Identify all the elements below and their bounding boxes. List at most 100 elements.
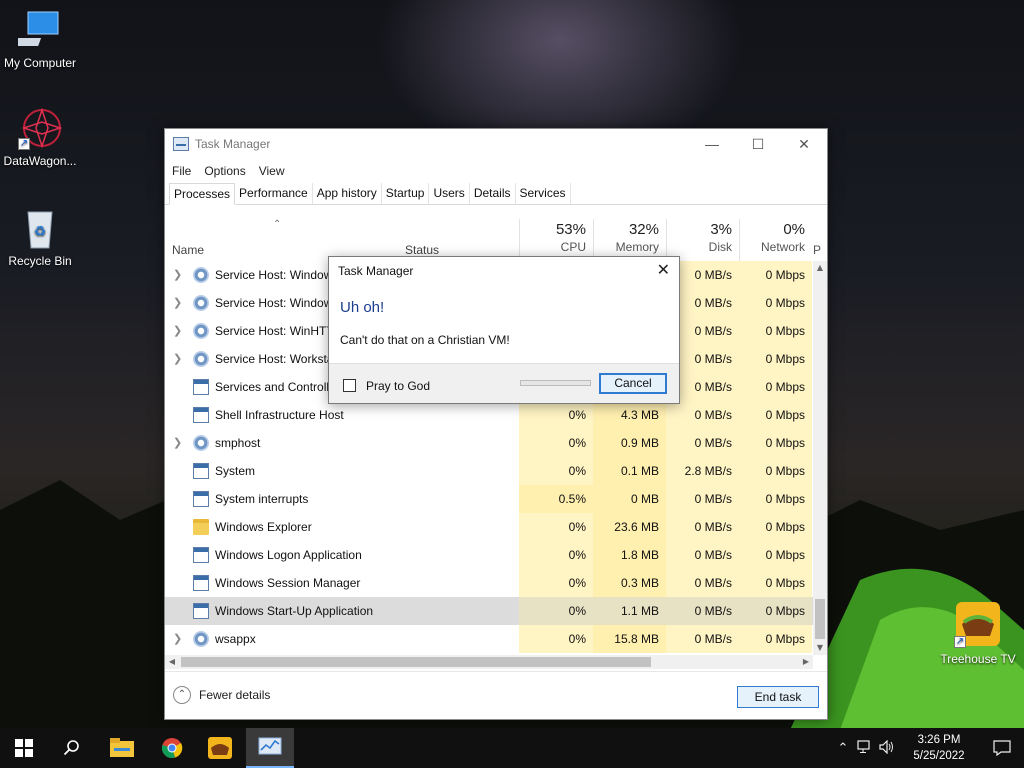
scroll-left-icon[interactable]: ◀ bbox=[165, 655, 179, 669]
table-row[interactable]: Windows Start-Up Application 0% 1.1 MB 0 MB… bbox=[165, 597, 815, 625]
table-row[interactable]: Windows Logon Application 0% 1.8 MB 0 MB/s 0… bbox=[165, 541, 815, 569]
network-label: Network bbox=[760, 240, 805, 254]
chevron-right-icon[interactable]: ❯ bbox=[173, 429, 182, 457]
vertical-scrollbar[interactable]: ▲ ▼ bbox=[813, 261, 827, 655]
menu-bar: File Options View bbox=[165, 159, 827, 183]
chevron-up-icon: ⌃ bbox=[173, 686, 191, 704]
memory-value: 0.3 MB bbox=[593, 569, 666, 597]
notification-center-button[interactable] bbox=[980, 728, 1024, 768]
scroll-down-icon[interactable]: ▼ bbox=[813, 641, 827, 655]
table-row[interactable]: Windows Session Manager 0% 0.3 MB 0 MB/s 0 M… bbox=[165, 569, 815, 597]
table-row[interactable]: Windows Explorer 0% 23.6 MB 0 MB/s 0 Mbps bbox=[165, 513, 815, 541]
horizontal-scrollbar[interactable]: ◀ ▶ bbox=[165, 655, 813, 669]
memory-value: 0.9 MB bbox=[593, 429, 666, 457]
disk-value: 0 MB/s bbox=[666, 569, 739, 597]
disk-label: Disk bbox=[708, 240, 732, 254]
menu-file[interactable]: File bbox=[172, 164, 196, 178]
table-row[interactable]: ❯ wsappx 0% 15.8 MB 0 MB/s 0 Mbps bbox=[165, 625, 815, 653]
taskbar: ⌃ 3:26 PM 5/25/2022 bbox=[0, 728, 1024, 768]
process-name: Windows Explorer bbox=[215, 520, 312, 534]
tab-performance[interactable]: Performance bbox=[235, 183, 313, 204]
cpu-value: 0% bbox=[519, 541, 593, 569]
pray-checkbox-label[interactable]: Pray to God bbox=[366, 379, 430, 393]
cancel-button[interactable]: Cancel bbox=[599, 373, 667, 394]
window-footer: ⌃ Fewer details End task bbox=[165, 671, 827, 719]
gear-icon bbox=[193, 267, 209, 283]
sort-up-icon: ⌃ bbox=[273, 219, 282, 230]
desktop-icon-recycle-bin[interactable]: ♻ Recycle Bin bbox=[0, 206, 80, 268]
memory-value: 0.1 MB bbox=[593, 457, 666, 485]
title-bar[interactable]: Task Manager — ☐ ✕ bbox=[165, 129, 827, 159]
scroll-right-icon[interactable]: ▶ bbox=[799, 655, 813, 669]
gear-icon bbox=[193, 631, 209, 647]
chevron-right-icon[interactable]: ❯ bbox=[173, 345, 182, 373]
table-row[interactable]: System 0% 0.1 MB 2.8 MB/s 0 Mbps bbox=[165, 457, 815, 485]
dialog-close-icon[interactable]: ✕ bbox=[657, 260, 670, 280]
scrollbar-thumb[interactable] bbox=[181, 657, 651, 667]
fewer-details-link[interactable]: ⌃ Fewer details bbox=[173, 686, 270, 704]
process-name: Windows Session Manager bbox=[215, 576, 361, 590]
clock-time: 3:26 PM bbox=[917, 734, 961, 746]
column-memory[interactable]: 32% Memory bbox=[593, 219, 666, 261]
network-value: 0 Mbps bbox=[739, 429, 812, 457]
tab-processes[interactable]: Processes bbox=[169, 183, 236, 205]
network-value: 0 Mbps bbox=[739, 513, 812, 541]
network-icon[interactable] bbox=[854, 739, 876, 757]
tab-users[interactable]: Users bbox=[429, 183, 470, 204]
maximize-button[interactable]: ☐ bbox=[735, 129, 781, 159]
chevron-right-icon[interactable]: ❯ bbox=[173, 261, 182, 289]
disk-value: 2.8 MB/s bbox=[666, 457, 739, 485]
table-row[interactable]: System interrupts 0.5% 0 MB 0 MB/s 0 Mbps bbox=[165, 485, 815, 513]
column-disk[interactable]: 3% Disk bbox=[666, 219, 739, 261]
memory-value: 15.8 MB bbox=[593, 625, 666, 653]
window-icon bbox=[193, 379, 209, 395]
window-icon bbox=[193, 575, 209, 591]
tab-details[interactable]: Details bbox=[470, 183, 516, 204]
process-name: Service Host: WinHTTP bbox=[215, 324, 342, 338]
folder-icon bbox=[193, 519, 209, 535]
table-row[interactable]: Shell Infrastructure Host 0% 4.3 MB 0 MB/s 0… bbox=[165, 401, 815, 429]
memory-value: 1.8 MB bbox=[593, 541, 666, 569]
desktop-icon-datawagon[interactable]: ↗ DataWagon... bbox=[0, 106, 80, 168]
process-name: Windows Start-Up Application bbox=[215, 604, 374, 618]
volume-icon[interactable] bbox=[876, 739, 898, 757]
memory-percent: 32% bbox=[628, 221, 659, 238]
chevron-right-icon[interactable]: ❯ bbox=[173, 625, 182, 653]
cpu-value: 0% bbox=[519, 429, 593, 457]
end-task-button[interactable]: End task bbox=[737, 686, 819, 708]
column-network[interactable]: 0% Network bbox=[739, 219, 812, 261]
chevron-right-icon[interactable]: ❯ bbox=[173, 289, 182, 317]
close-button[interactable]: ✕ bbox=[781, 129, 827, 159]
menu-view[interactable]: View bbox=[259, 164, 290, 178]
scrollbar-thumb[interactable] bbox=[815, 599, 825, 639]
taskbar-chrome[interactable] bbox=[148, 728, 196, 768]
disk-value: 0 MB/s bbox=[666, 597, 739, 625]
taskbar-treehouse-tv[interactable] bbox=[196, 728, 244, 768]
tab-startup[interactable]: Startup bbox=[382, 183, 430, 204]
start-button[interactable] bbox=[0, 728, 48, 768]
folder-icon bbox=[110, 738, 134, 757]
taskbar-task-manager[interactable] bbox=[246, 728, 294, 768]
dialog-footer: Pray to God Cancel bbox=[329, 363, 679, 403]
scroll-up-icon[interactable]: ▲ bbox=[813, 261, 827, 275]
network-value: 0 Mbps bbox=[739, 401, 812, 429]
cpu-label: CPU bbox=[560, 240, 586, 254]
chevron-up-icon[interactable]: ⌃ bbox=[832, 740, 854, 756]
desktop-icon-my-computer[interactable]: My Computer bbox=[0, 8, 80, 70]
minimize-button[interactable]: — bbox=[689, 129, 735, 159]
disk-value: 0 MB/s bbox=[666, 625, 739, 653]
menu-options[interactable]: Options bbox=[204, 164, 250, 178]
tab-app-history[interactable]: App history bbox=[313, 183, 382, 204]
recycle-bin-icon: ♻ bbox=[18, 206, 62, 250]
taskbar-clock[interactable]: 3:26 PM 5/25/2022 bbox=[898, 732, 980, 764]
desktop-icon-treehouse-tv[interactable]: ↗ Treehouse TV bbox=[935, 600, 1021, 666]
column-cpu[interactable]: 53% CPU bbox=[519, 219, 593, 261]
tab-services[interactable]: Services bbox=[516, 183, 571, 204]
table-row[interactable]: ❯ smphost 0% 0.9 MB 0 MB/s 0 Mbps bbox=[165, 429, 815, 457]
search-button[interactable] bbox=[48, 728, 96, 768]
cpu-value: 0% bbox=[519, 457, 593, 485]
notification-icon bbox=[993, 740, 1011, 756]
taskbar-file-explorer[interactable] bbox=[98, 728, 146, 768]
pray-checkbox[interactable] bbox=[343, 379, 356, 392]
chevron-right-icon[interactable]: ❯ bbox=[173, 317, 182, 345]
